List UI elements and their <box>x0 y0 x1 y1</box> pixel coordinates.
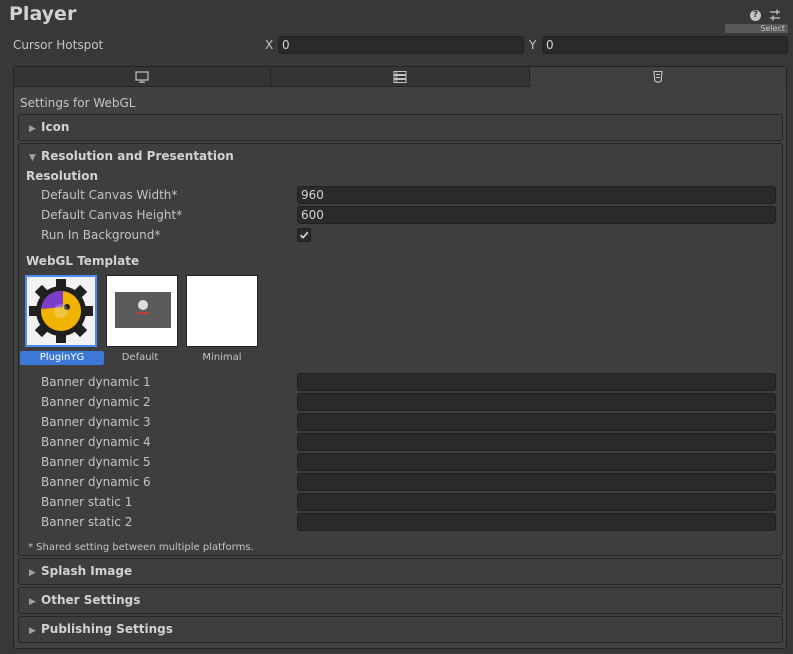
template-label-pluginyg[interactable]: PluginYG <box>20 351 104 365</box>
template-label-default[interactable]: Default <box>104 352 176 363</box>
template-thumb-minimal[interactable] <box>186 275 258 347</box>
hotspot-x-label: X <box>265 38 274 52</box>
hotspot-x-field[interactable]: 0 <box>278 36 524 54</box>
banner-field[interactable] <box>297 373 776 391</box>
expand-arrow-icon: ▶ <box>29 597 36 607</box>
icon-foldout[interactable]: ▶ Icon <box>18 114 783 141</box>
progress-bar-icon <box>137 312 149 314</box>
default-preview-canvas <box>115 292 171 328</box>
other-settings-foldout[interactable]: ▶ Other Settings <box>18 587 783 614</box>
canvas-width-field[interactable]: 960 <box>297 186 776 204</box>
template-thumb-default[interactable] <box>106 275 178 347</box>
canvas-height-label: Default Canvas Height* <box>41 208 183 222</box>
plugin-gear-logo-icon <box>29 279 93 343</box>
run-in-background-checkbox[interactable] <box>297 228 311 242</box>
banner-field[interactable] <box>297 493 776 511</box>
checkmark-icon <box>299 231 309 239</box>
banner-label: Banner static 1 <box>41 495 133 509</box>
html5-icon <box>653 71 663 83</box>
banner-field[interactable] <box>297 413 776 431</box>
banner-label: Banner dynamic 5 <box>41 455 151 469</box>
server-icon <box>393 71 407 83</box>
splash-section-title: Splash Image <box>41 564 133 578</box>
banner-field[interactable] <box>297 433 776 451</box>
banner-field[interactable] <box>297 453 776 471</box>
publishing-section-title: Publishing Settings <box>41 622 173 636</box>
template-thumb-pluginyg[interactable] <box>25 275 97 347</box>
tab-standalone[interactable] <box>14 67 271 87</box>
other-section-title: Other Settings <box>41 593 141 607</box>
resolution-heading: Resolution <box>26 169 99 183</box>
unity-logo-icon <box>138 300 148 310</box>
monitor-icon <box>135 71 149 83</box>
icon-section-title: Icon <box>41 120 70 134</box>
template-label-minimal[interactable]: Minimal <box>186 352 258 363</box>
expand-arrow-icon: ▶ <box>29 124 36 134</box>
banner-label: Banner dynamic 1 <box>41 375 151 389</box>
collapse-arrow-icon: ▼ <box>29 153 36 163</box>
banner-label: Banner dynamic 4 <box>41 435 151 449</box>
resolution-foldout-header[interactable]: ▼ Resolution and Presentation <box>19 144 782 169</box>
publishing-foldout[interactable]: ▶ Publishing Settings <box>18 616 783 643</box>
splash-foldout[interactable]: ▶ Splash Image <box>18 558 783 585</box>
inspector-title: Player <box>9 3 77 25</box>
banner-field[interactable] <box>297 473 776 491</box>
presets-icon[interactable] <box>768 8 782 22</box>
settings-for-label: Settings for WebGL <box>20 96 136 110</box>
banner-field[interactable] <box>297 393 776 411</box>
expand-arrow-icon: ▶ <box>29 626 36 636</box>
banner-label: Banner dynamic 6 <box>41 475 151 489</box>
expand-arrow-icon: ▶ <box>29 568 36 578</box>
banner-label: Banner dynamic 2 <box>41 395 151 409</box>
tab-webgl[interactable] <box>530 67 786 87</box>
run-in-background-label: Run In Background* <box>41 228 161 242</box>
canvas-width-label: Default Canvas Width* <box>41 188 178 202</box>
resolution-section-title: Resolution and Presentation <box>41 149 234 163</box>
tab-dedicated-server[interactable] <box>271 67 530 87</box>
webgl-template-heading: WebGL Template <box>26 254 140 268</box>
help-icon[interactable]: ? <box>750 10 761 21</box>
banner-field[interactable] <box>297 513 776 531</box>
cursor-hotspot-label: Cursor Hotspot <box>13 38 104 52</box>
hotspot-y-field[interactable]: 0 <box>542 36 788 54</box>
shared-setting-note: * Shared setting between multiple platfo… <box>28 542 254 553</box>
banner-label: Banner static 2 <box>41 515 133 529</box>
hotspot-y-label: Y <box>529 38 537 52</box>
select-button[interactable]: Select <box>725 24 788 33</box>
canvas-height-field[interactable]: 600 <box>297 206 776 224</box>
banner-label: Banner dynamic 3 <box>41 415 151 429</box>
